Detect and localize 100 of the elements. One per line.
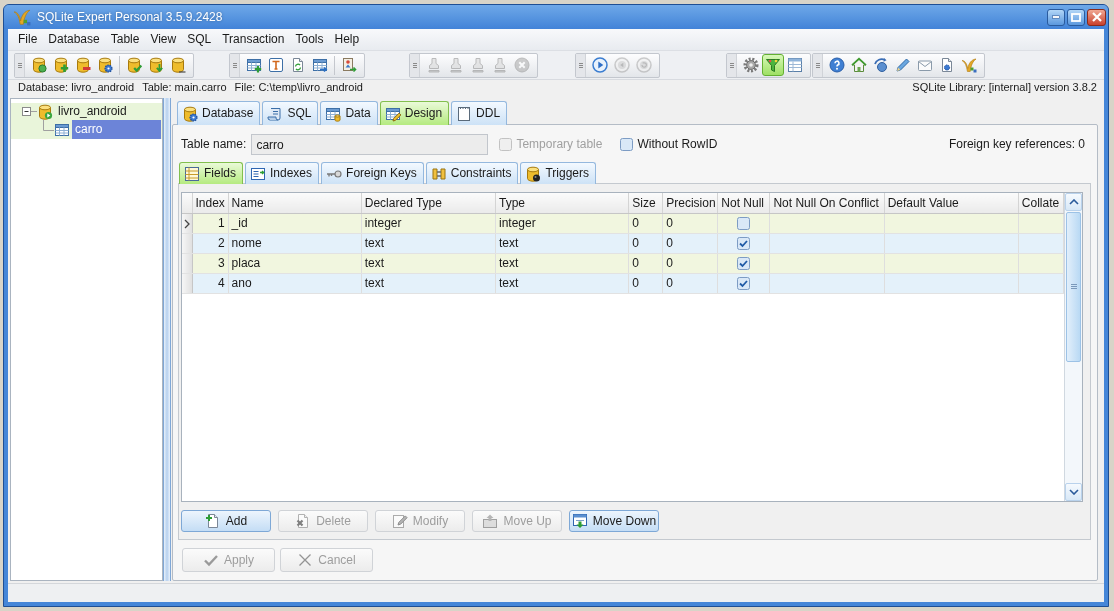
checkbox[interactable] <box>737 237 751 251</box>
row-indicator[interactable] <box>182 213 192 233</box>
close-button[interactable] <box>1087 8 1106 26</box>
column-header[interactable]: Collate <box>1018 193 1064 213</box>
table-cell: integer <box>495 213 629 233</box>
logo-icon <box>961 57 977 73</box>
column-header[interactable]: Name <box>228 193 362 213</box>
table-row[interactable]: 4 ano text text 0 0 <box>182 273 1064 293</box>
table-cell: ano <box>228 273 362 293</box>
menu-item[interactable]: View <box>145 30 182 49</box>
toolbar-grip[interactable] <box>576 53 586 77</box>
toolbar-grip[interactable] <box>230 53 240 77</box>
column-header[interactable]: Index <box>192 193 229 213</box>
close-icon <box>1091 12 1102 22</box>
toolbar-button[interactable] <box>589 54 611 76</box>
document-arrow-icon <box>341 57 357 73</box>
toolbar-grip[interactable] <box>727 53 737 77</box>
column-header[interactable]: Not Null <box>717 193 770 213</box>
column-header[interactable]: Default Value <box>884 193 1019 213</box>
table-cell: nome <box>228 233 362 253</box>
toolbar-grip[interactable] <box>813 53 823 77</box>
envelope-icon <box>917 57 933 73</box>
scroll-down-button[interactable] <box>1065 483 1082 501</box>
table-cell: text <box>361 273 496 293</box>
menu-item[interactable]: Transaction <box>217 30 290 49</box>
menu-item[interactable]: Table <box>105 30 145 49</box>
checkbox[interactable] <box>737 257 751 271</box>
toolbar-grip[interactable] <box>410 53 420 77</box>
tab[interactable]: SQL <box>262 101 319 125</box>
grip-icon <box>578 62 583 68</box>
table-cell: 0 <box>628 213 663 233</box>
table-name-field[interactable]: carro <box>251 134 489 155</box>
column-header[interactable]: Not Null On Conflict <box>769 193 885 213</box>
toolbar-grip[interactable] <box>15 53 25 77</box>
table-cell: placa <box>228 253 362 273</box>
database-check-icon <box>126 57 142 73</box>
maximize-button[interactable] <box>1067 8 1085 26</box>
checkbox[interactable] <box>620 138 634 151</box>
checkbox[interactable] <box>737 217 751 231</box>
collapse-icon[interactable] <box>22 107 31 116</box>
grip-icon <box>729 62 734 68</box>
tree-item-label[interactable]: livro_android <box>55 103 130 120</box>
tab[interactable]: Constraints <box>425 162 519 184</box>
tab[interactable]: Database <box>177 101 261 125</box>
scroll-thumb[interactable] <box>1066 212 1081 362</box>
window-title: SQLite Expert Personal 3.5.9.2428 <box>37 9 223 25</box>
table-cell: text <box>495 233 629 253</box>
tree-item-label[interactable]: carro <box>72 120 161 139</box>
corner-header <box>182 193 192 213</box>
database-play-icon <box>37 103 53 120</box>
table-cell: 0 <box>628 233 663 253</box>
toolbar-button[interactable] <box>826 54 848 76</box>
table-row[interactable]: 1 _id integer integer 0 0 <box>182 213 1064 233</box>
table-cell: 0 <box>662 213 718 233</box>
database-plus-icon <box>53 57 69 73</box>
menu-item[interactable]: Database <box>43 30 105 49</box>
menu-item[interactable]: File <box>13 30 43 49</box>
table-cell: text <box>495 253 629 273</box>
menu-item[interactable]: Tools <box>290 30 329 49</box>
stamp-icon <box>448 57 464 73</box>
splitter[interactable] <box>163 98 171 581</box>
pencil-icon <box>391 513 408 529</box>
table-cell: 0 <box>628 273 663 293</box>
tab[interactable]: Triggers <box>520 162 597 184</box>
tab[interactable]: Design <box>379 101 450 125</box>
field-label: Table name: <box>181 137 247 152</box>
menu-item[interactable]: Help <box>329 30 365 49</box>
minimize-button[interactable] <box>1047 8 1065 26</box>
move-down-button[interactable]: Move Down <box>569 510 659 532</box>
grip-icon <box>232 62 237 68</box>
checkbox-label: Temporary table <box>516 137 603 152</box>
info-text: Database: livro_android <box>18 81 135 95</box>
menu-item[interactable]: SQL <box>182 30 217 49</box>
column-header[interactable]: Declared Type <box>361 193 496 213</box>
document-plus-icon <box>204 513 221 529</box>
tab[interactable]: DDL <box>451 101 508 125</box>
database-gear-icon <box>97 57 113 73</box>
table-cell: 0 <box>628 253 663 273</box>
tab[interactable]: Data <box>320 101 378 125</box>
table-row[interactable]: 2 nome text text 0 0 <box>182 233 1064 253</box>
grip-icon <box>17 62 22 68</box>
add-button[interactable]: Add <box>181 510 271 532</box>
table-cell: _id <box>228 213 362 233</box>
scroll-up-button[interactable] <box>1065 193 1082 211</box>
checkbox[interactable] <box>737 277 751 291</box>
table-cell: text <box>361 253 496 273</box>
clamp-icon <box>430 165 447 182</box>
pen-icon <box>895 57 911 73</box>
column-header[interactable]: Precision <box>662 193 718 213</box>
tab[interactable]: Foreign Keys <box>321 162 424 184</box>
tab[interactable]: Fields <box>179 162 243 184</box>
scrollbar[interactable] <box>1064 193 1082 501</box>
tab[interactable]: Indexes <box>245 162 320 184</box>
column-header[interactable]: Size <box>628 193 663 213</box>
document-gear-icon <box>939 57 955 73</box>
column-header[interactable]: Type <box>495 193 629 213</box>
toolbar-button[interactable] <box>762 54 784 76</box>
x-icon <box>297 552 314 568</box>
table-row[interactable]: 3 placa text text 0 0 <box>182 253 1064 273</box>
grip-icon <box>1070 284 1077 290</box>
